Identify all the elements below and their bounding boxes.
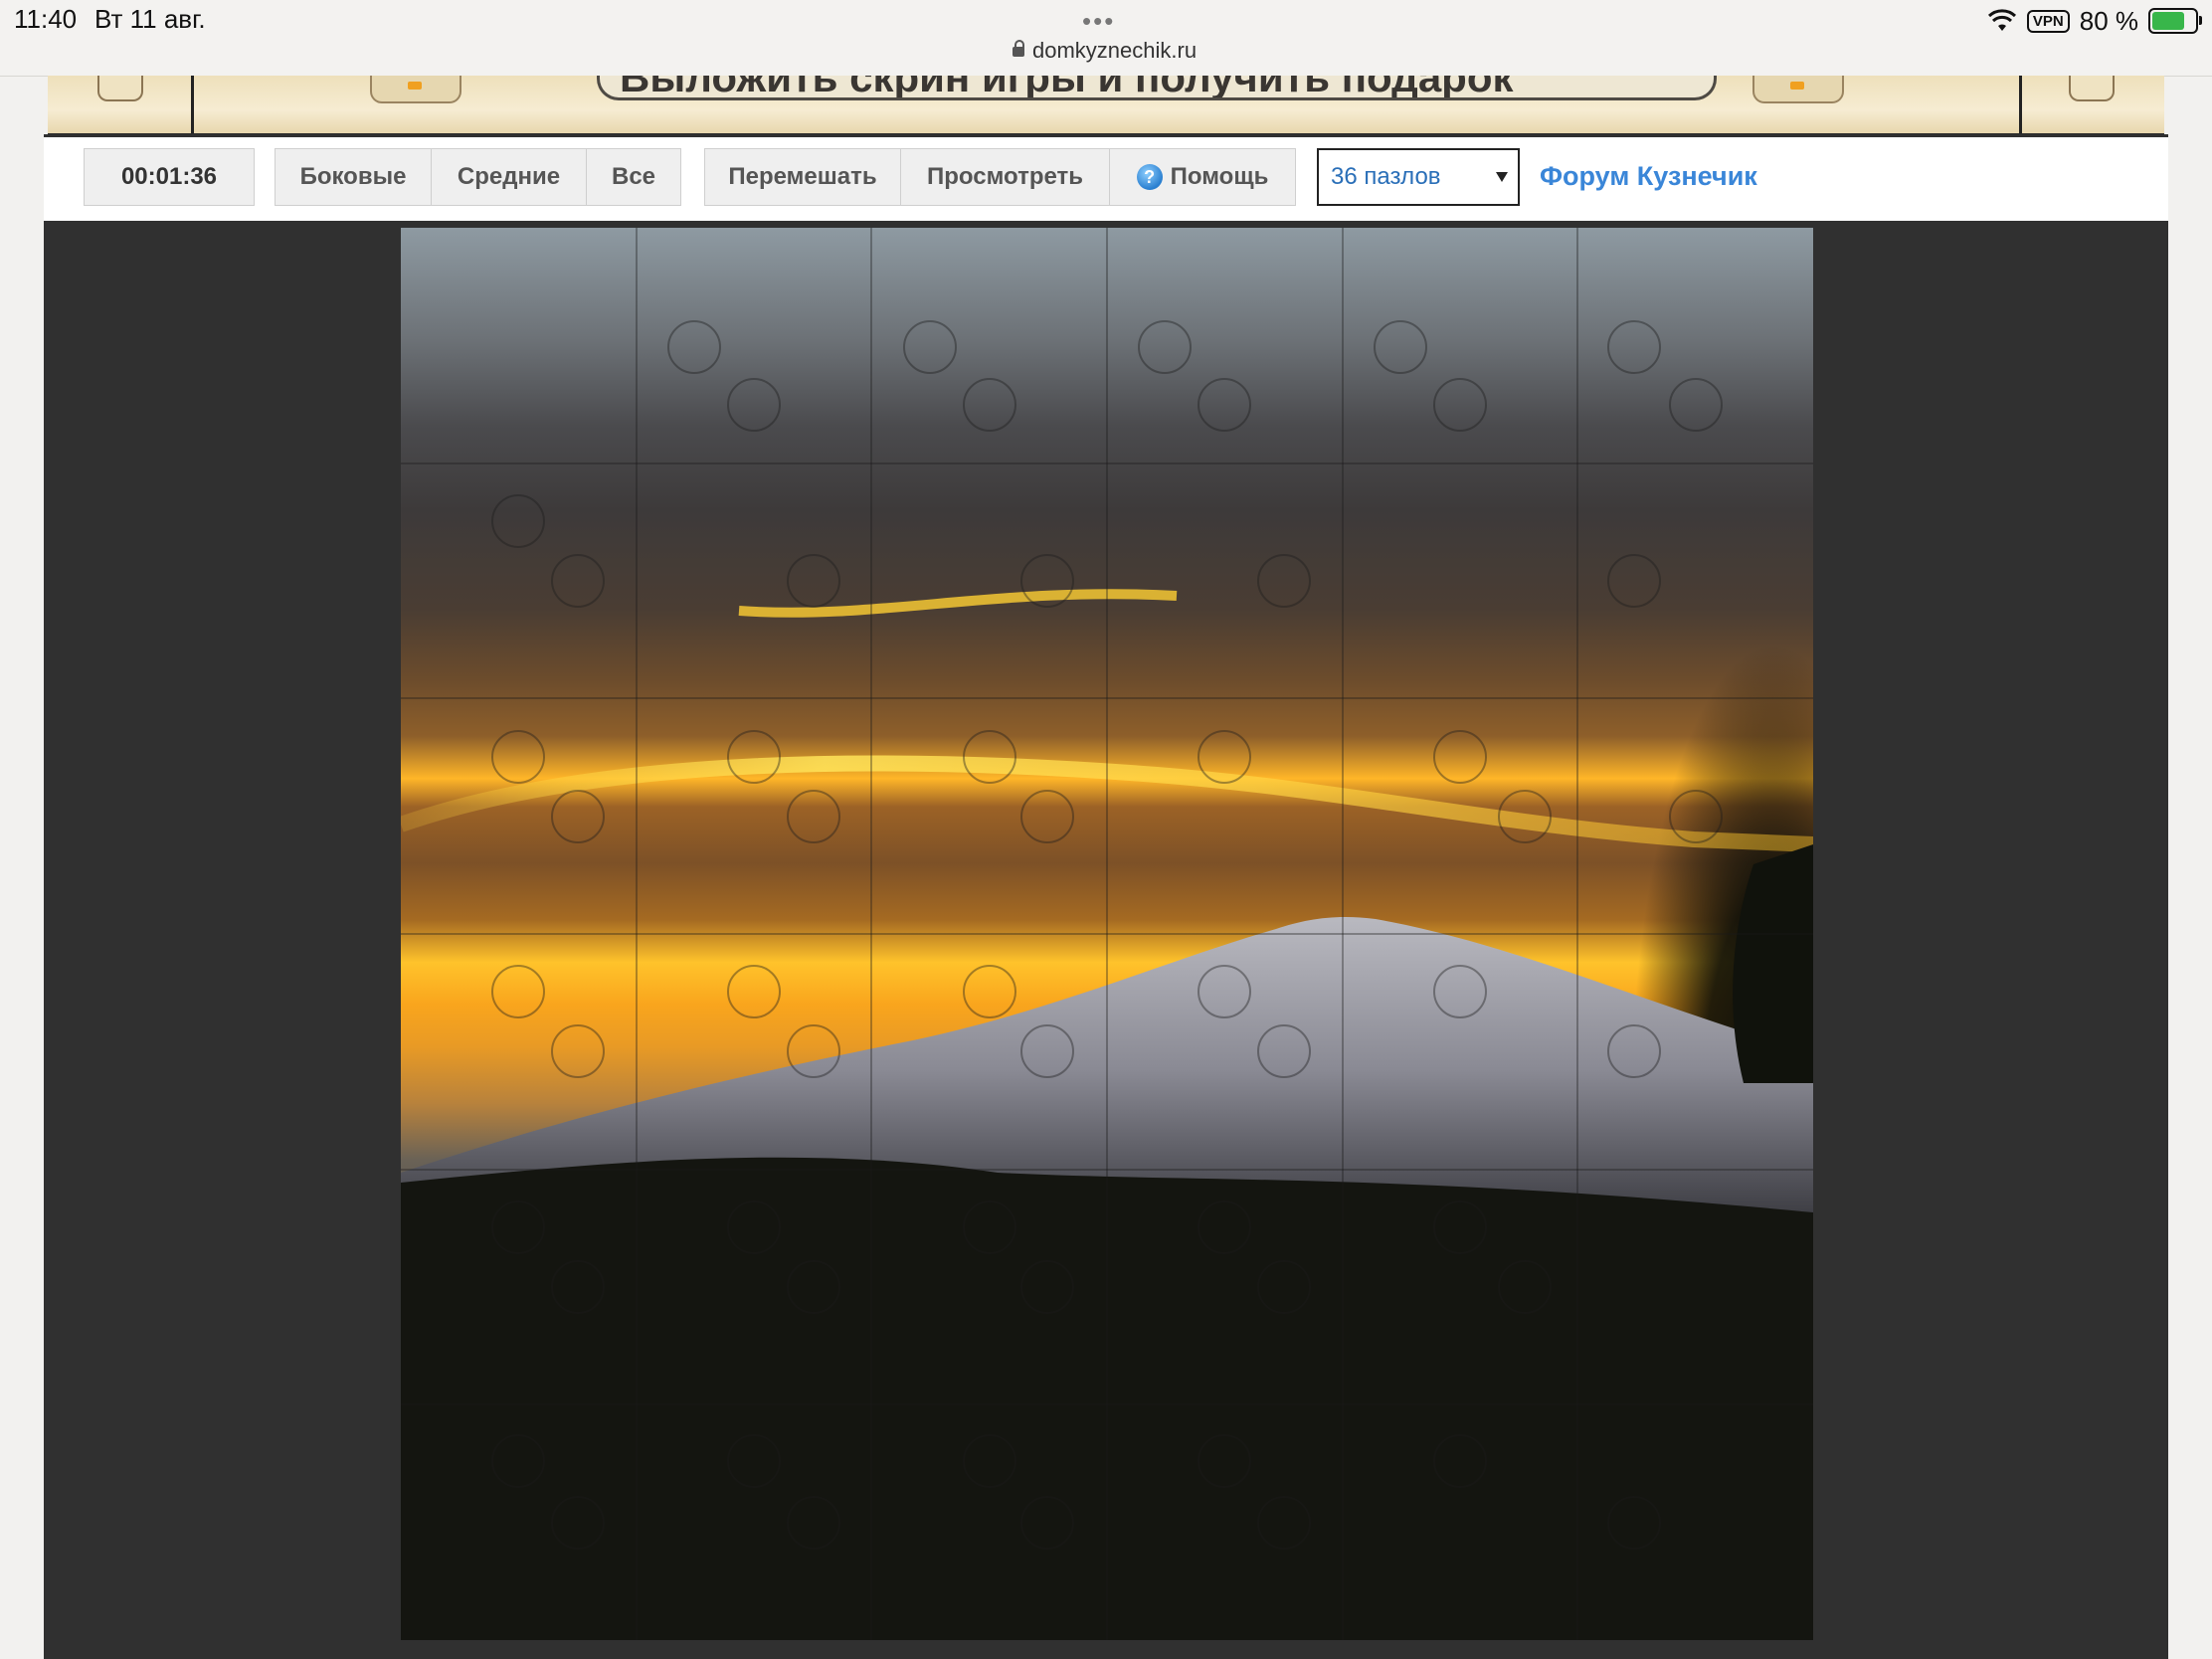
banner-knob-left bbox=[97, 76, 143, 101]
status-time: 11:40 bbox=[14, 4, 78, 34]
preview-button[interactable]: Просмотреть bbox=[900, 148, 1110, 206]
timer-display: 00:01:36 bbox=[84, 148, 255, 206]
url-text: domkyznechik.ru bbox=[1032, 38, 1198, 63]
lock-icon bbox=[1013, 40, 1024, 57]
status-indicators: VPN 80 % bbox=[1987, 4, 2202, 38]
puzzle-board[interactable] bbox=[401, 228, 1813, 1640]
battery-icon bbox=[2148, 8, 2202, 34]
banner-divider bbox=[191, 76, 194, 133]
banner-divider bbox=[2019, 76, 2022, 133]
filter-side-button[interactable]: Боковые bbox=[275, 148, 432, 206]
help-label: Помощь bbox=[1170, 163, 1269, 190]
banner-knob-right bbox=[2069, 76, 2115, 101]
filter-all-button[interactable]: Все bbox=[586, 148, 681, 206]
help-button[interactable]: ? Помощь bbox=[1109, 148, 1296, 206]
vpn-badge: VPN bbox=[2026, 9, 2070, 33]
more-dots-icon[interactable]: ••• bbox=[1082, 6, 1115, 37]
puzzle-toolbar: 00:01:36 Боковые Средние Все Перемешать … bbox=[44, 137, 2168, 221]
puzzle-grid bbox=[401, 228, 1813, 1640]
shuffle-button[interactable]: Перемешать bbox=[704, 148, 901, 206]
dropdown-arrow-icon bbox=[1496, 172, 1508, 182]
promo-button[interactable]: Выложить скрин игры и получить подарок bbox=[597, 76, 1717, 100]
help-icon: ? bbox=[1136, 164, 1163, 190]
pieces-count-select[interactable]: 36 пазлов bbox=[1317, 148, 1520, 206]
crown-icon bbox=[370, 76, 461, 103]
pieces-count-value: 36 пазлов bbox=[1331, 163, 1441, 190]
promo-text: Выложить скрин игры и получить подарок bbox=[620, 76, 1514, 100]
filter-middle-button[interactable]: Средние bbox=[431, 148, 587, 206]
battery-percent: 80 % bbox=[2079, 5, 2138, 36]
status-date: Вт 11 авг. bbox=[94, 4, 206, 34]
forum-link[interactable]: Форум Кузнечик bbox=[1540, 161, 1757, 192]
address-bar[interactable]: domkyznechik.ru bbox=[1013, 38, 1197, 64]
ios-status-bar: 11:40 Вт 11 авг. ••• domkyznechik.ru VPN… bbox=[0, 0, 2212, 77]
promo-banner: Выложить скрин игры и получить подарок bbox=[48, 76, 2164, 136]
crown-icon bbox=[1752, 76, 1844, 103]
wifi-icon bbox=[1987, 9, 2016, 31]
